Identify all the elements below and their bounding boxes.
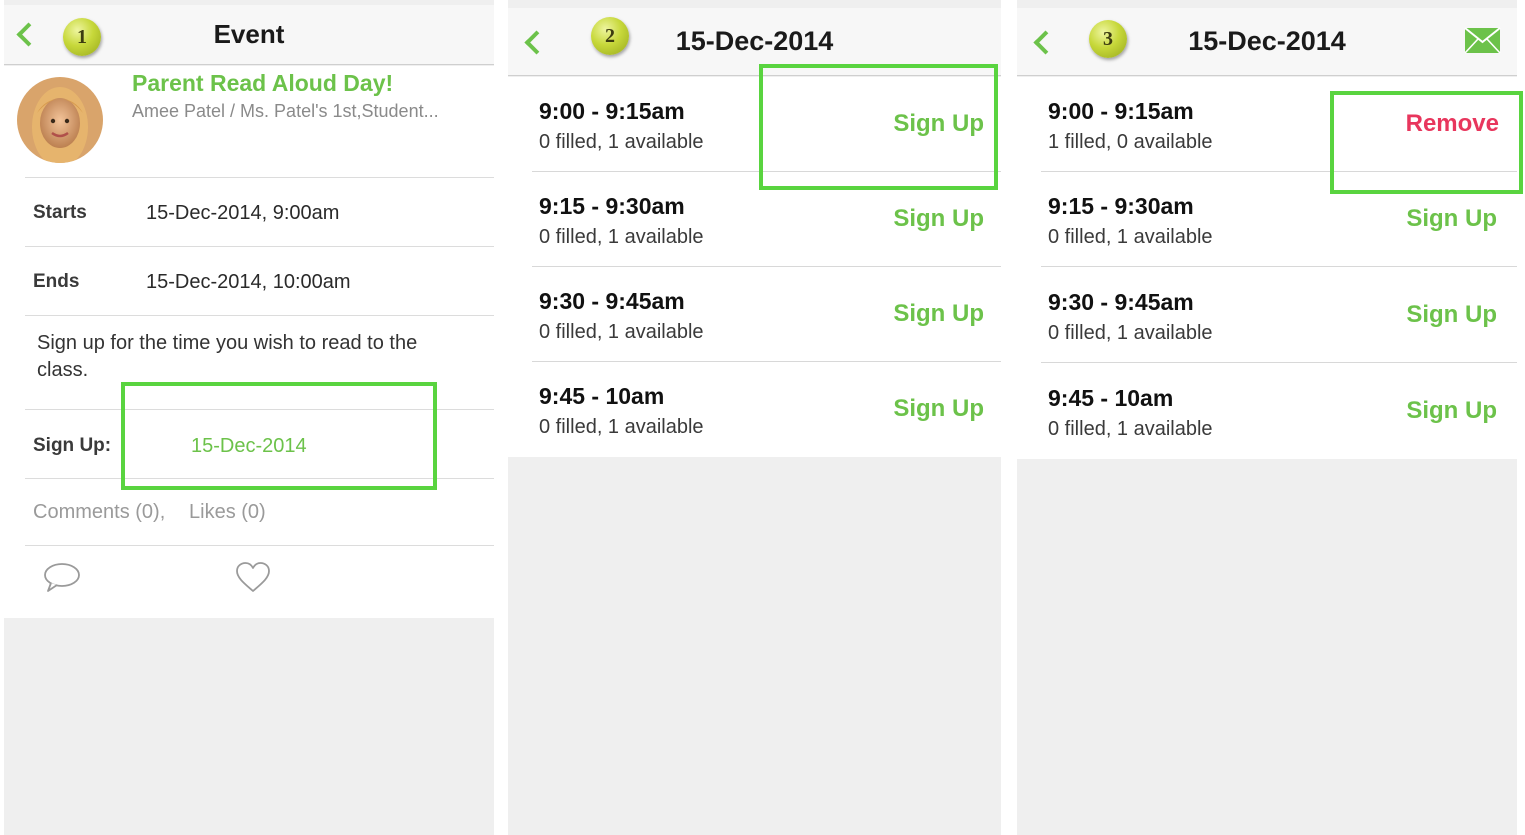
comment-icon[interactable]	[42, 562, 82, 599]
step-badge: 1	[63, 17, 101, 56]
list-item: 9:45 - 10am 0 filled, 1 available Sign U…	[508, 362, 1001, 457]
slot-availability: 0 filled, 1 available	[539, 131, 704, 153]
page-title: 15-Dec-2014	[675, 26, 834, 56]
nav-bar: 15-Dec-2014 2	[508, 8, 1001, 76]
slot-time: 9:30 - 9:45am	[1048, 289, 1194, 315]
starts-label: Starts	[33, 202, 87, 223]
event-organizer: Amee Patel / Ms. Patel's 1st,Student...	[132, 101, 439, 121]
nav-bar: 15-Dec-2014 3	[1017, 8, 1517, 76]
slot-availability: 0 filled, 1 available	[539, 226, 704, 248]
avatar	[17, 77, 103, 163]
divider	[1041, 362, 1517, 363]
divider	[25, 409, 494, 410]
starts-value: 15-Dec-2014, 9:00am	[146, 202, 340, 224]
comments-count[interactable]: Comments (0),	[33, 501, 165, 524]
event-title[interactable]: Parent Read Aloud Day!	[132, 70, 393, 97]
list-item: 9:00 - 9:15am 1 filled, 0 available Remo…	[1017, 77, 1517, 172]
slot-availability: 0 filled, 1 available	[1048, 226, 1213, 248]
mail-icon[interactable]	[1464, 27, 1501, 54]
signup-label: Sign Up:	[33, 435, 112, 456]
slot-time: 9:45 - 10am	[539, 383, 665, 409]
slot-availability: 0 filled, 1 available	[1048, 322, 1213, 344]
sign-up-button[interactable]: Sign Up	[893, 300, 984, 328]
slot-availability: 1 filled, 0 available	[1048, 131, 1213, 153]
sign-up-button[interactable]: Sign Up	[893, 110, 984, 138]
slot-list: 9:00 - 9:15am 1 filled, 0 available Remo…	[1017, 77, 1517, 459]
slot-time: 9:00 - 9:15am	[1048, 98, 1194, 124]
list-item: 9:15 - 9:30am 0 filled, 1 available Sign…	[1017, 172, 1517, 267]
likes-count[interactable]: Likes (0)	[189, 501, 266, 524]
timeslot-confirmed-screen: 15-Dec-2014 3 9:00 - 9:15am 1 filled, 0 …	[1017, 0, 1517, 835]
signup-date-link[interactable]: 15-Dec-2014	[191, 435, 307, 458]
slot-list: 9:00 - 9:15am 0 filled, 1 available Sign…	[508, 77, 1001, 457]
ends-label: Ends	[33, 271, 80, 292]
step-badge: 3	[1089, 19, 1127, 58]
event-content: Parent Read Aloud Day! Amee Patel / Ms. …	[4, 66, 494, 618]
divider	[25, 478, 494, 479]
slot-time: 9:30 - 9:45am	[539, 288, 685, 314]
divider	[25, 315, 494, 316]
sign-up-button[interactable]: Sign Up	[1406, 397, 1497, 425]
list-item: 9:30 - 9:45am 0 filled, 1 available Sign…	[508, 267, 1001, 362]
list-item: 9:30 - 9:45am 0 filled, 1 available Sign…	[1017, 268, 1517, 363]
list-item: 9:00 - 9:15am 0 filled, 1 available Sign…	[508, 77, 1001, 172]
slot-time: 9:15 - 9:30am	[1048, 193, 1194, 219]
remove-button[interactable]: Remove	[1406, 110, 1499, 138]
highlight-box-edge	[1517, 91, 1523, 194]
slot-time: 9:15 - 9:30am	[539, 193, 685, 219]
nav-bar: Event 1	[4, 5, 494, 65]
slot-availability: 0 filled, 1 available	[1048, 418, 1213, 440]
list-item: 9:15 - 9:30am 0 filled, 1 available Sign…	[508, 172, 1001, 267]
event-description: Sign up for the time you wish to read to…	[37, 332, 418, 381]
list-item: 9:45 - 10am 0 filled, 1 available Sign U…	[1017, 364, 1517, 459]
step-badge: 2	[591, 16, 629, 55]
timeslot-screen: 15-Dec-2014 2 9:00 - 9:15am 0 filled, 1 …	[508, 0, 1001, 835]
ends-value: 15-Dec-2014, 10:00am	[146, 271, 351, 293]
slot-availability: 0 filled, 1 available	[539, 321, 704, 343]
slot-time: 9:45 - 10am	[1048, 385, 1174, 411]
divider	[1041, 266, 1517, 267]
sign-up-button[interactable]: Sign Up	[893, 395, 984, 423]
divider	[25, 545, 494, 546]
divider	[25, 177, 494, 178]
slot-availability: 0 filled, 1 available	[539, 416, 704, 438]
event-detail-screen: Event 1 Parent Read Aloud Day! Amee Pate…	[4, 0, 494, 835]
heart-icon[interactable]	[235, 562, 271, 599]
sign-up-button[interactable]: Sign Up	[1406, 301, 1497, 329]
sign-up-button[interactable]: Sign Up	[1406, 205, 1497, 233]
sign-up-button[interactable]: Sign Up	[893, 205, 984, 233]
divider	[25, 246, 494, 247]
slot-time: 9:00 - 9:15am	[539, 98, 685, 124]
